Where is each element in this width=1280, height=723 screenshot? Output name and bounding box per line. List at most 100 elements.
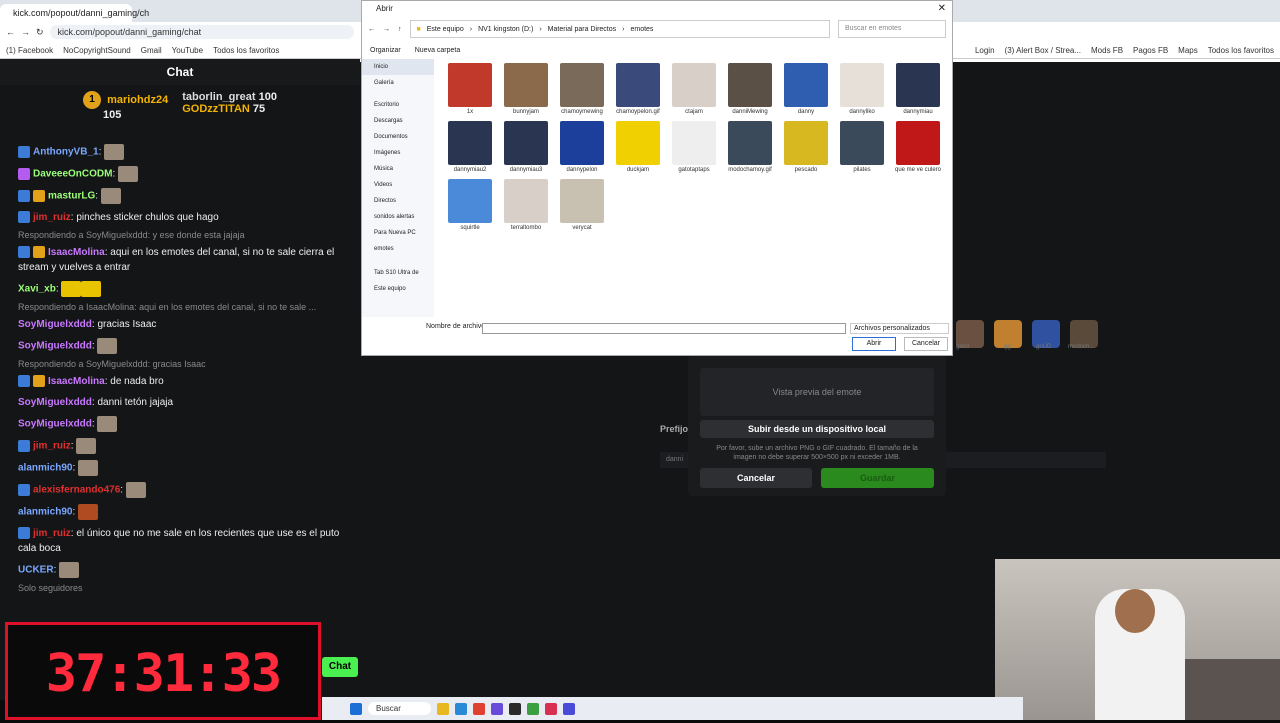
file-explorer-icon[interactable] — [436, 702, 449, 715]
bookmark-maps[interactable]: Maps — [1178, 46, 1198, 55]
file-item[interactable]: danniMewing — [724, 63, 776, 121]
sidebar-item-descargas[interactable]: Descargas — [362, 113, 434, 129]
modal-cancel-button[interactable]: Cancelar — [700, 468, 812, 488]
breadcrumb-item[interactable]: Material para Directos — [548, 26, 616, 33]
windows-start-icon[interactable] — [350, 702, 362, 715]
bookmark-alertbox[interactable]: (3) Alert Box / Strea... — [1005, 46, 1081, 55]
organize-button[interactable]: Organizar — [370, 47, 401, 54]
bookmark-gmail[interactable]: Gmail — [141, 46, 162, 55]
breadcrumb[interactable]: ■ Este equipo › NV1 kingston (D:) › Materi… — [409, 20, 830, 38]
bookmark-modsfb[interactable]: Mods FB — [1091, 46, 1123, 55]
app-icon[interactable] — [544, 702, 557, 715]
file-item[interactable]: bunnyjam — [500, 63, 552, 121]
file-item[interactable]: pescado — [780, 121, 832, 179]
filetype-select[interactable]: Archivos personalizados — [850, 323, 949, 334]
chat-username[interactable]: IsaacMolina — [48, 376, 105, 387]
file-item[interactable]: squirtle — [444, 179, 496, 237]
chat-send-button[interactable]: Chat — [322, 657, 358, 677]
up-icon[interactable]: ↑ — [398, 26, 402, 33]
breadcrumb-item[interactable]: emotes — [630, 26, 653, 33]
chat-username[interactable]: alanmich90 — [18, 463, 72, 474]
sidebar-item-nuevapc[interactable]: Para Nueva PC — [362, 225, 434, 241]
sidebar-item-sonidos[interactable]: sonidos alertas — [362, 209, 434, 225]
file-item[interactable]: modochamoy.gif — [724, 121, 776, 179]
breadcrumb-item[interactable]: NV1 kingston (D:) — [478, 26, 533, 33]
file-item[interactable]: duckjam — [612, 121, 664, 179]
file-item[interactable]: ctajam — [668, 63, 720, 121]
chat-username[interactable]: SoyMiguelxddd — [18, 419, 92, 430]
file-item[interactable]: dannymiau3 — [500, 121, 552, 179]
open-button[interactable]: Abrir — [852, 337, 896, 351]
file-item[interactable]: gatotaptaps — [668, 121, 720, 179]
file-item[interactable]: dannyliko — [836, 63, 888, 121]
chat-username[interactable]: jim_ruiz — [33, 528, 71, 539]
leader-first-name[interactable]: mariohdz24 — [107, 94, 168, 106]
filename-input[interactable] — [482, 323, 846, 334]
leader-second-name[interactable]: taborlin_great — [182, 91, 255, 103]
chat-tab[interactable]: kick.com/popout/danni_gaming/ch — [0, 4, 149, 22]
file-item[interactable]: chamoypelon.gif — [612, 63, 664, 121]
file-item[interactable]: dannypelon — [556, 121, 608, 179]
bookmark-pagosfb[interactable]: Pagos FB — [1133, 46, 1168, 55]
sidebar-item-emotes[interactable]: emotes — [362, 241, 434, 257]
sidebar-item-inicio[interactable]: Inicio — [362, 59, 434, 75]
leader-third-name[interactable]: GODzzTITAN — [182, 103, 250, 115]
chat-username[interactable]: SoyMiguelxddd — [18, 397, 92, 408]
chat-username[interactable]: UCKER — [18, 565, 54, 576]
modal-save-button[interactable]: Guardar — [821, 468, 934, 488]
sidebar-item-galeria[interactable]: Galería — [362, 75, 434, 91]
back-icon[interactable]: ← — [6, 27, 15, 37]
bookmark-all[interactable]: Todos los favoritos — [213, 46, 279, 55]
file-item[interactable]: verycat — [556, 179, 608, 237]
sidebar-item-imagenes[interactable]: Imágenes — [362, 145, 434, 161]
file-item[interactable]: danny — [780, 63, 832, 121]
chat-username[interactable]: SoyMiguelxddd — [18, 319, 92, 330]
taskbar-search[interactable]: Buscar — [368, 702, 431, 715]
file-item[interactable]: 1x — [444, 63, 496, 121]
sidebar-item-este-equipo[interactable]: Este equipo — [362, 281, 434, 297]
bookmark-login[interactable]: Login — [975, 46, 995, 55]
dialog-search-input[interactable]: Buscar en emotes — [838, 20, 946, 38]
chat-username[interactable]: IsaacMolina — [48, 247, 105, 258]
chat-username[interactable]: alexisfernando476 — [33, 485, 120, 496]
chat-username[interactable]: Xavi_xb — [18, 284, 56, 295]
file-item[interactable]: dannymiau2 — [444, 121, 496, 179]
bookmark-ncs[interactable]: NoCopyrightSound — [63, 46, 131, 55]
chat-username[interactable]: jim_ruiz — [33, 212, 71, 223]
new-folder-button[interactable]: Nueva carpeta — [415, 47, 461, 54]
chat-url-field[interactable]: kick.com/popout/danni_gaming/chat — [49, 25, 354, 39]
forward-icon[interactable]: → — [21, 27, 30, 37]
chat-username[interactable]: AnthonyVB_1 — [33, 147, 99, 158]
chat-username[interactable]: DaveeeOnCODM — [33, 169, 112, 180]
back-icon[interactable]: ← — [368, 26, 375, 33]
file-item[interactable]: pilates — [836, 121, 888, 179]
dialog-cancel-button[interactable]: Cancelar — [904, 337, 948, 351]
sidebar-item-tab[interactable]: Tab S10 Ultra de — [362, 265, 434, 281]
app-icon[interactable] — [562, 702, 575, 715]
chat-username[interactable]: jim_ruiz — [33, 441, 71, 452]
bookmark-youtube[interactable]: YouTube — [172, 46, 203, 55]
sidebar-item-directos[interactable]: Directos — [362, 193, 434, 209]
sidebar-item-videos[interactable]: Videos — [362, 177, 434, 193]
file-item[interactable]: terraltombo — [500, 179, 552, 237]
bookmark-all-right[interactable]: Todos los favoritos — [1208, 46, 1274, 55]
forward-icon[interactable]: → — [383, 26, 390, 33]
file-item[interactable]: que me ve culero — [892, 121, 944, 179]
app-icon[interactable] — [490, 702, 503, 715]
file-item[interactable]: dannymiau — [892, 63, 944, 121]
bookmark-facebook[interactable]: (1) Facebook — [6, 46, 53, 55]
chat-username[interactable]: alanmich90 — [18, 507, 72, 518]
breadcrumb-item[interactable]: Este equipo — [427, 26, 464, 33]
edge-icon[interactable] — [454, 702, 467, 715]
app-icon[interactable] — [526, 702, 539, 715]
reload-icon[interactable]: ↻ — [36, 27, 44, 38]
chat-username[interactable]: masturLG — [48, 191, 95, 202]
chat-username[interactable]: SoyMiguelxddd — [18, 341, 92, 352]
upload-local-button[interactable]: Subir desde un dispositivo local — [700, 420, 934, 438]
sidebar-item-documentos[interactable]: Documentos — [362, 129, 434, 145]
obs-icon[interactable] — [508, 702, 521, 715]
sidebar-item-escritorio[interactable]: Escritorio — [362, 97, 434, 113]
sidebar-item-musica[interactable]: Música — [362, 161, 434, 177]
close-icon[interactable]: ✕ — [938, 3, 946, 14]
file-item[interactable]: chamoymewing — [556, 63, 608, 121]
